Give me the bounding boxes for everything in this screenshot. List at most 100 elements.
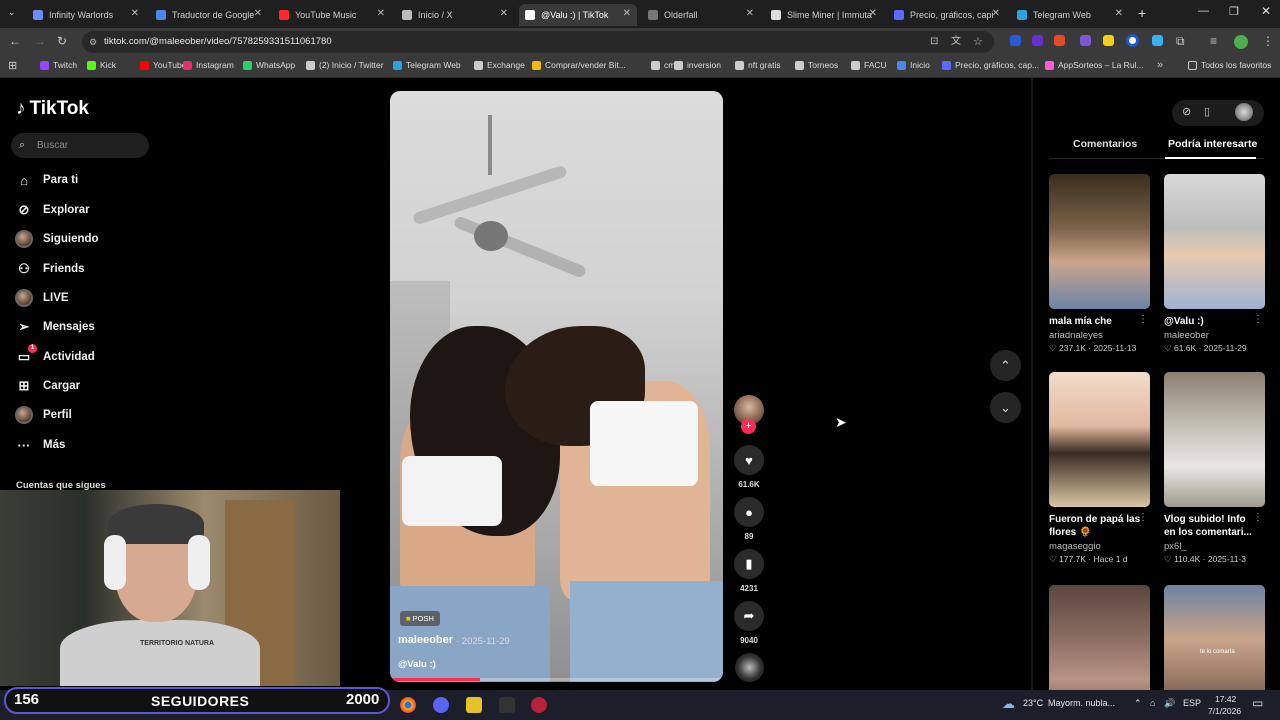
bookmark-item[interactable]: Torneos <box>795 60 838 70</box>
bookmark-item[interactable]: WhatsApp <box>243 60 295 70</box>
bookmark-icon[interactable]: ▮ <box>734 549 764 579</box>
app-icon[interactable] <box>466 697 482 713</box>
card-title[interactable]: @Valu :) <box>1164 315 1256 328</box>
tab-close-icon[interactable]: ✕ <box>992 8 1000 19</box>
close-window-icon[interactable]: ✕ <box>1261 4 1271 18</box>
bookmark-item[interactable]: YouTube <box>140 60 186 70</box>
more-options-icon[interactable]: ⋮ <box>1138 314 1148 325</box>
extension-icon[interactable] <box>1126 34 1139 47</box>
extension-icon[interactable] <box>1080 35 1091 46</box>
tray-chevron-icon[interactable]: ⌃ <box>1134 698 1142 709</box>
bookmark-item[interactable]: Comprar/vender Bit... <box>532 60 626 70</box>
card-author[interactable]: maleeober <box>1164 330 1265 341</box>
url-input[interactable]: ⚙ tiktok.com/@maleeober/video/7578259331… <box>82 31 994 53</box>
browser-tab[interactable]: Slime Miner | Immuta ✕ <box>765 4 883 26</box>
sidebar-item[interactable]: Siguiendo <box>14 228 99 250</box>
install-icon[interactable]: ⊡ <box>930 31 938 53</box>
save-action[interactable]: ▮ 4231 <box>734 549 764 593</box>
site-info-icon[interactable]: ⚙ <box>89 31 97 53</box>
clock-time[interactable]: 17:42 <box>1215 694 1236 704</box>
sidebar-item[interactable]: ▭ 1 Actividad <box>14 344 95 368</box>
restore-icon[interactable]: ❐ <box>1229 5 1239 18</box>
card-title[interactable]: Vlog subido! Info en los comentari... <box>1164 513 1256 539</box>
sidebar-item[interactable]: LIVE <box>14 287 69 309</box>
video-thumbnail[interactable] <box>1164 372 1265 507</box>
video-thumbnail[interactable] <box>1049 585 1150 690</box>
bookmark-item[interactable]: Inicio <box>897 60 930 70</box>
minimize-icon[interactable]: — <box>1198 5 1209 17</box>
sidebar-item[interactable]: ⊞ Cargar <box>14 375 81 397</box>
tab-close-icon[interactable]: ✕ <box>377 8 385 19</box>
tab-comments[interactable]: Comentarios <box>1073 138 1137 150</box>
sidebar-item[interactable]: ··· Más <box>14 434 66 456</box>
profile-avatar[interactable] <box>1234 35 1248 49</box>
card-author[interactable]: ariadnaleyes <box>1049 330 1150 341</box>
extensions-puzzle-icon[interactable]: ⧉ <box>1176 34 1185 49</box>
card-author[interactable]: magaseggio <box>1049 541 1150 552</box>
sidebar-item[interactable]: ➢ Mensajes <box>14 316 95 338</box>
tab-close-icon[interactable]: ✕ <box>1115 8 1123 19</box>
bookmark-star-icon[interactable]: ☆ <box>973 31 983 53</box>
more-options-icon[interactable]: ⋮ <box>1138 512 1148 523</box>
video-player[interactable]: ■ POSH maleeober · 2025-11-29 @Valu :) <box>390 91 723 682</box>
new-tab-button[interactable]: + <box>1138 5 1146 21</box>
recommended-video-card[interactable]: te lo comaría <box>1164 585 1265 690</box>
bookmark-item[interactable]: AppSorteos – La Rul... <box>1045 60 1144 70</box>
browser-tab[interactable]: Infinity Warlords ✕ <box>27 4 145 26</box>
share-icon[interactable]: ➦ <box>734 601 764 631</box>
browser-tab[interactable]: Telegram Web ✕ <box>1011 4 1129 26</box>
video-thumbnail[interactable] <box>1164 174 1265 309</box>
recommended-video-card[interactable] <box>1049 585 1150 690</box>
recommended-video-card[interactable]: Fueron de papá las flores 🌻 ⋮ magaseggio ♡ … <box>1049 372 1150 565</box>
all-favorites-folder[interactable]: Todos los favoritos <box>1188 60 1271 70</box>
browser-tab[interactable]: Traductor de Google ✕ <box>150 4 268 26</box>
sidebar-item[interactable]: ⊘ Explorar <box>14 199 90 221</box>
extension-icon[interactable] <box>1032 35 1043 46</box>
browser-menu-icon[interactable]: ⋮ <box>1262 34 1274 48</box>
music-disc-icon[interactable] <box>735 653 764 682</box>
extension-icon[interactable] <box>1152 35 1163 46</box>
tab-close-icon[interactable]: ✕ <box>746 8 754 19</box>
bookmark-item[interactable]: Telegram Web <box>393 60 461 70</box>
card-author[interactable]: px6l_ <box>1164 541 1265 552</box>
next-video-button[interactable]: ⌄ <box>990 392 1021 423</box>
search-input[interactable]: ⌕ Buscar <box>11 133 149 158</box>
tab-search-icon[interactable]: ⌄ <box>8 7 16 18</box>
app-icon[interactable] <box>531 697 547 713</box>
extension-icon[interactable] <box>1010 35 1021 46</box>
notifications-icon[interactable]: ▭ <box>1252 696 1263 710</box>
device-icon[interactable]: ▯ <box>1204 105 1210 118</box>
media-control-icon[interactable]: ≡ <box>1210 34 1217 48</box>
sidebar-item[interactable]: Perfil <box>14 404 72 426</box>
extension-icon[interactable] <box>1103 35 1114 46</box>
card-title[interactable]: Fueron de papá las flores 🌻 <box>1049 513 1141 539</box>
bookmark-item[interactable]: Kick <box>87 60 116 70</box>
bookmark-item[interactable]: Exchange <box>474 60 525 70</box>
language-indicator[interactable]: ESP <box>1183 698 1201 708</box>
more-options-icon[interactable]: ⋮ <box>1253 314 1263 325</box>
forward-icon[interactable]: → <box>34 34 46 48</box>
previous-video-button[interactable]: ⌃ <box>990 350 1021 381</box>
weather-desc[interactable]: Mayorm. nubla... <box>1048 698 1115 708</box>
tab-recommended[interactable]: Podría interesarte <box>1168 138 1257 150</box>
chrome-icon[interactable] <box>400 697 416 713</box>
more-bookmarks-icon[interactable]: » <box>1157 59 1163 71</box>
sidebar-item[interactable]: ⌂ Para ti <box>14 169 78 191</box>
back-icon[interactable]: ← <box>9 34 21 48</box>
reload-icon[interactable]: ↻ <box>57 34 67 48</box>
bookmark-item[interactable]: nft gratis <box>735 60 781 70</box>
card-title[interactable]: mala mía che <box>1049 315 1141 328</box>
bookmark-item[interactable]: Twitch <box>40 60 77 70</box>
bookmark-item[interactable]: inversion <box>674 60 721 70</box>
comment-icon[interactable]: ● <box>734 497 764 527</box>
extension-icon[interactable] <box>1054 35 1065 46</box>
video-author-link[interactable]: maleeober <box>398 634 453 646</box>
clock-date[interactable]: 7/1/2026 <box>1208 706 1241 716</box>
tab-close-icon[interactable]: ✕ <box>131 8 139 19</box>
video-description[interactable]: @Valu :) <box>398 659 436 670</box>
apps-grid-icon[interactable]: ⊞ <box>8 59 17 72</box>
browser-tab[interactable]: @Valu :) | TikTok ✕ <box>519 4 637 26</box>
network-icon[interactable]: ⌂ <box>1150 698 1155 708</box>
more-options-icon[interactable]: ⋮ <box>1253 512 1263 523</box>
compass-icon[interactable]: ⊘ <box>1182 105 1191 118</box>
